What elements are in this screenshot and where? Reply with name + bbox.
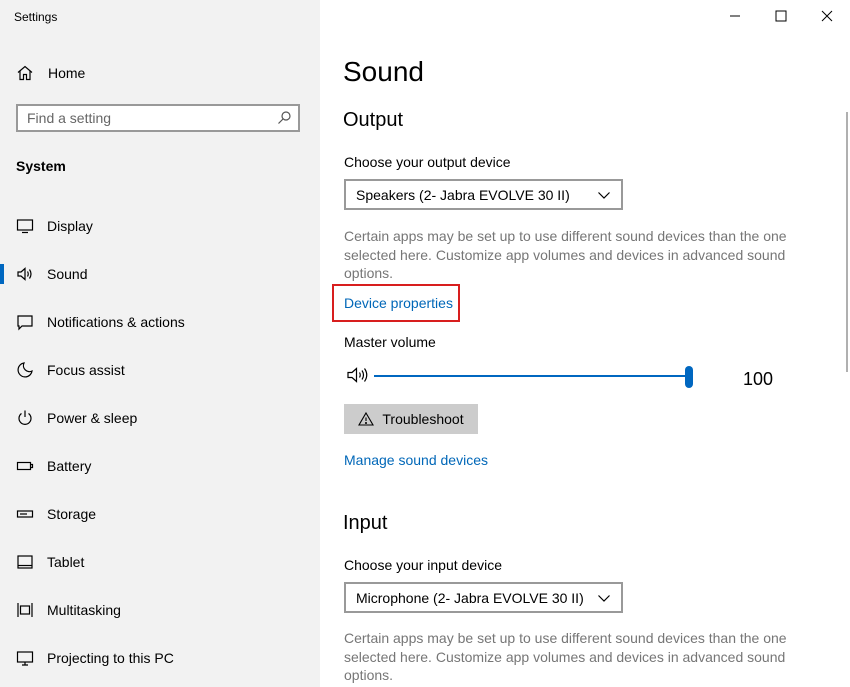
search-box[interactable] [16,104,300,132]
close-button[interactable] [804,0,850,32]
maximize-icon [775,10,787,22]
sidebar-item-display[interactable]: Display [0,202,320,250]
close-icon [821,10,833,22]
sound-icon [16,265,34,283]
sidebar-nav: Display Sound Notifications & actions Fo… [0,202,320,682]
search-icon[interactable] [276,110,292,126]
power-icon [16,409,34,427]
sidebar: Settings Home System Display So [0,0,320,687]
warning-icon [358,411,375,427]
search-input[interactable] [18,106,276,130]
notifications-icon [16,313,34,331]
output-device-dropdown[interactable]: Speakers (2- Jabra EVOLVE 30 II) [344,179,623,210]
moon-icon [16,361,34,379]
output-device-label: Choose your output device [344,154,511,170]
sidebar-item-label: Tablet [47,554,85,570]
app-title: Settings [14,10,58,24]
troubleshoot-label: Troubleshoot [382,411,464,427]
multitasking-icon [16,601,34,619]
storage-icon [16,505,34,523]
minimize-button[interactable] [712,0,758,32]
master-volume-slider[interactable] [374,366,694,388]
input-device-dropdown[interactable]: Microphone (2- Jabra EVOLVE 30 II) [344,582,623,613]
sidebar-item-multitasking[interactable]: Multitasking [0,586,320,634]
sidebar-item-label: Display [47,218,93,234]
output-help-text: Certain apps may be set up to use differ… [344,228,787,281]
scrollbar[interactable] [846,112,848,372]
projecting-icon [16,649,34,667]
home-nav-item[interactable]: Home [16,62,85,84]
volume-thumb[interactable] [685,366,693,388]
sidebar-item-storage[interactable]: Storage [0,490,320,538]
input-heading: Input [343,512,388,534]
chevron-down-icon [597,188,611,202]
sidebar-item-label: Battery [47,458,92,474]
sidebar-item-projecting[interactable]: Projecting to this PC [0,634,320,682]
device-properties-link[interactable]: Device properties [344,295,453,311]
troubleshoot-button[interactable]: Troubleshoot [344,404,478,434]
sidebar-item-label: Sound [47,266,88,282]
sidebar-item-label: Projecting to this PC [47,650,174,666]
sidebar-item-label: Multitasking [47,602,121,618]
volume-track [374,375,689,377]
display-icon [16,217,34,235]
sidebar-item-label: Focus assist [47,362,125,378]
sidebar-item-focus-assist[interactable]: Focus assist [0,346,320,394]
tablet-icon [16,553,34,571]
minimize-icon [730,15,740,17]
sidebar-item-label: Power & sleep [47,410,138,426]
output-heading: Output [343,109,404,131]
master-volume-label: Master volume [344,334,436,350]
home-icon [16,64,34,82]
home-label: Home [48,65,86,81]
speaker-volume-icon[interactable] [346,366,370,384]
sidebar-item-power-sleep[interactable]: Power & sleep [0,394,320,442]
volume-value: 100 [743,369,774,389]
page-title: Sound [343,56,424,87]
input-device-value: Microphone (2- Jabra EVOLVE 30 II) [356,589,584,606]
battery-icon [16,457,34,475]
section-title-system: System [16,158,66,174]
sidebar-item-label: Storage [47,506,97,522]
sidebar-item-sound[interactable]: Sound [0,250,320,298]
sidebar-item-tablet[interactable]: Tablet [0,538,320,586]
maximize-button[interactable] [758,0,804,32]
sidebar-item-label: Notifications & actions [47,314,185,330]
manage-sound-devices-link[interactable]: Manage sound devices [344,452,488,468]
sidebar-item-notifications[interactable]: Notifications & actions [0,298,320,346]
input-help-text: Certain apps may be set up to use differ… [344,630,787,683]
sidebar-item-battery[interactable]: Battery [0,442,320,490]
output-device-value: Speakers (2- Jabra EVOLVE 30 II) [356,186,570,203]
chevron-down-icon [597,591,611,605]
input-device-label: Choose your input device [344,557,502,573]
